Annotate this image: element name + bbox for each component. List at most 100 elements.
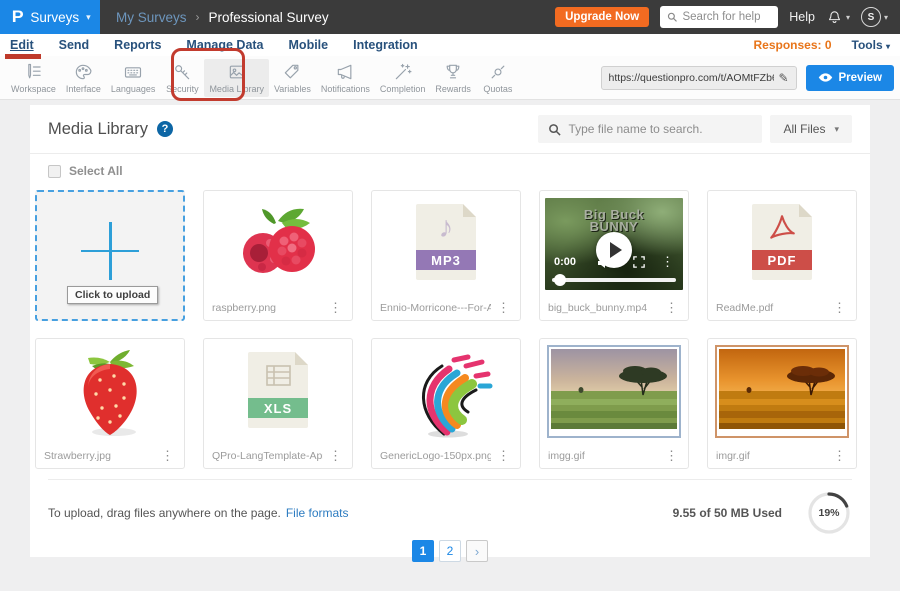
kebab-menu-icon[interactable]: ⋮: [831, 301, 848, 314]
media-tile-raspberry[interactable]: raspberry.png ⋮: [203, 190, 353, 321]
file-type-filter[interactable]: All Files ▾: [770, 115, 852, 143]
chevron-down-icon: ▾: [86, 12, 91, 23]
toolbar-item-variables[interactable]: Variables: [269, 59, 316, 97]
tab-mobile[interactable]: Mobile: [289, 38, 329, 52]
toolbar-item-languages[interactable]: Languages: [106, 59, 161, 97]
file-name: imgg.gif: [548, 450, 659, 462]
help-search-input[interactable]: [682, 11, 771, 23]
help-search-box[interactable]: [660, 6, 778, 28]
file-name: QPro-LangTemplate-April...: [212, 450, 323, 462]
media-library-panel: Media Library ? All Files ▾ Select All: [30, 105, 870, 557]
notifications-bell[interactable]: ▾: [826, 9, 850, 26]
select-all-checkbox[interactable]: [48, 165, 61, 178]
magic-wand-icon: [393, 62, 413, 82]
media-tile-pdf[interactable]: PDF ReadMe.pdf ⋮: [707, 190, 857, 321]
toolbar-item-rewards[interactable]: Rewards: [430, 59, 476, 97]
questionpro-logo: P: [12, 7, 24, 27]
breadcrumb-current-survey: Professional Survey: [209, 10, 329, 25]
help-link[interactable]: Help: [789, 10, 815, 24]
page-1-button[interactable]: 1: [412, 540, 434, 562]
pdf-file-thumbnail: PDF: [708, 191, 856, 295]
account-menu[interactable]: S ▾: [861, 7, 888, 27]
file-search-input[interactable]: [568, 122, 752, 136]
media-tile-mp3[interactable]: ♪ MP3 Ennio-Morricone---For-A-... ⋮: [371, 190, 521, 321]
storage-used-text: 9.55 of 50 MB Used: [673, 506, 782, 520]
adobe-pdf-icon: [767, 213, 797, 243]
pagination: 1 2 ›: [30, 540, 870, 562]
toolbar-item-media-library[interactable]: Media Library: [204, 59, 269, 97]
tools-menu[interactable]: Tools ▾: [852, 38, 890, 52]
orange-landscape-thumbnail: [708, 339, 856, 443]
toolbar-item-quotas[interactable]: Quotas: [476, 59, 520, 97]
mp3-file-thumbnail: ♪ MP3: [372, 191, 520, 295]
avatar: S: [861, 7, 881, 27]
media-tile-strawberry[interactable]: Strawberry.jpg ⋮: [35, 338, 185, 469]
tab-manage-data[interactable]: Manage Data: [186, 38, 263, 52]
product-switcher[interactable]: P Surveys ▾: [0, 0, 100, 34]
kebab-menu-icon[interactable]: ⋮: [663, 449, 680, 462]
chevron-down-icon: ▾: [886, 42, 890, 51]
breadcrumb: My Surveys › Professional Survey: [116, 10, 329, 25]
tab-integration[interactable]: Integration: [353, 38, 418, 52]
file-search-box[interactable]: [538, 115, 762, 143]
kebab-menu-icon[interactable]: ⋮: [327, 449, 344, 462]
media-tile-xls[interactable]: XLS QPro-LangTemplate-April... ⋮: [203, 338, 353, 469]
toolbar-item-security[interactable]: Security: [160, 59, 204, 97]
tab-reports[interactable]: Reports: [114, 38, 161, 52]
progress-knob[interactable]: [554, 274, 566, 286]
toolbar-item-notifications[interactable]: Notifications: [316, 59, 375, 97]
logo-thumbnail: [372, 339, 520, 443]
chevron-down-icon: ▾: [846, 13, 850, 22]
kebab-menu-icon[interactable]: ⋮: [495, 449, 512, 462]
kebab-menu-icon[interactable]: ⋮: [327, 301, 344, 314]
edit-pencil-icon[interactable]: ✎: [778, 71, 788, 85]
survey-url-field[interactable]: https://questionpro.com/t/AOMtFZb6N ✎: [601, 66, 797, 90]
preview-button[interactable]: Preview: [806, 65, 894, 91]
file-formats-link[interactable]: File formats: [286, 506, 349, 520]
media-tile-logo[interactable]: GenericLogo-150px.png ⋮: [371, 338, 521, 469]
video-player[interactable]: Big Buck BUNNY 0:00 ⋮: [545, 198, 683, 290]
storage-progress-ring: 19%: [806, 490, 852, 536]
video-thumbnail: Big Buck BUNNY 0:00 ⋮: [540, 191, 688, 295]
upload-tile[interactable]: Click to upload: [35, 190, 185, 321]
video-kebab-icon[interactable]: ⋮: [661, 254, 674, 270]
palette-icon: [73, 62, 93, 82]
file-name: GenericLogo-150px.png: [380, 450, 491, 462]
strawberry-thumbnail: [36, 339, 184, 443]
tab-edit[interactable]: Edit: [10, 38, 34, 52]
upgrade-now-button[interactable]: Upgrade Now: [555, 7, 649, 27]
edit-toolbar: Workspace Interface Languages Security M…: [0, 56, 900, 100]
upload-hint-text: To upload, drag files anywhere on the pa…: [48, 506, 281, 520]
mp3-file-icon: ♪ MP3: [416, 204, 476, 280]
search-icon: [667, 11, 677, 23]
kebab-menu-icon[interactable]: ⋮: [495, 301, 512, 314]
kebab-menu-icon[interactable]: ⋮: [831, 449, 848, 462]
survey-nav: Edit Send Reports Manage Data Mobile Int…: [0, 34, 900, 56]
volume-icon[interactable]: [597, 257, 611, 269]
survey-url: https://questionpro.com/t/AOMtFZb6N: [609, 72, 775, 84]
help-question-icon[interactable]: ?: [157, 121, 173, 137]
tab-send[interactable]: Send: [59, 38, 90, 52]
kebab-menu-icon[interactable]: ⋮: [663, 301, 680, 314]
next-page-button[interactable]: ›: [466, 540, 488, 562]
page-2-button[interactable]: 2: [439, 540, 461, 562]
image-icon: [227, 62, 247, 82]
breadcrumb-my-surveys[interactable]: My Surveys: [116, 10, 187, 25]
media-tile-imgg[interactable]: imgg.gif ⋮: [539, 338, 689, 469]
video-progress-bar[interactable]: [552, 278, 676, 282]
media-tile-video[interactable]: Big Buck BUNNY 0:00 ⋮ big_buck_bunny.mp4…: [539, 190, 689, 321]
trophy-icon: [443, 62, 463, 82]
fullscreen-icon[interactable]: [633, 256, 645, 268]
toolbar-item-interface[interactable]: Interface: [61, 59, 106, 97]
kebab-menu-icon[interactable]: ⋮: [159, 449, 176, 462]
responses-count[interactable]: Responses: 0: [754, 38, 832, 52]
toolbar-item-completion[interactable]: Completion: [375, 59, 431, 97]
file-name: imgr.gif: [716, 450, 827, 462]
xls-file-thumbnail: XLS: [204, 339, 352, 443]
spreadsheet-icon: [262, 362, 294, 390]
mp3-badge: MP3: [416, 250, 476, 270]
media-tile-imgr[interactable]: imgr.gif ⋮: [707, 338, 857, 469]
toolbar-item-workspace[interactable]: Workspace: [6, 59, 61, 97]
product-menu-label: Surveys: [30, 10, 79, 25]
framed-image: [547, 345, 681, 438]
